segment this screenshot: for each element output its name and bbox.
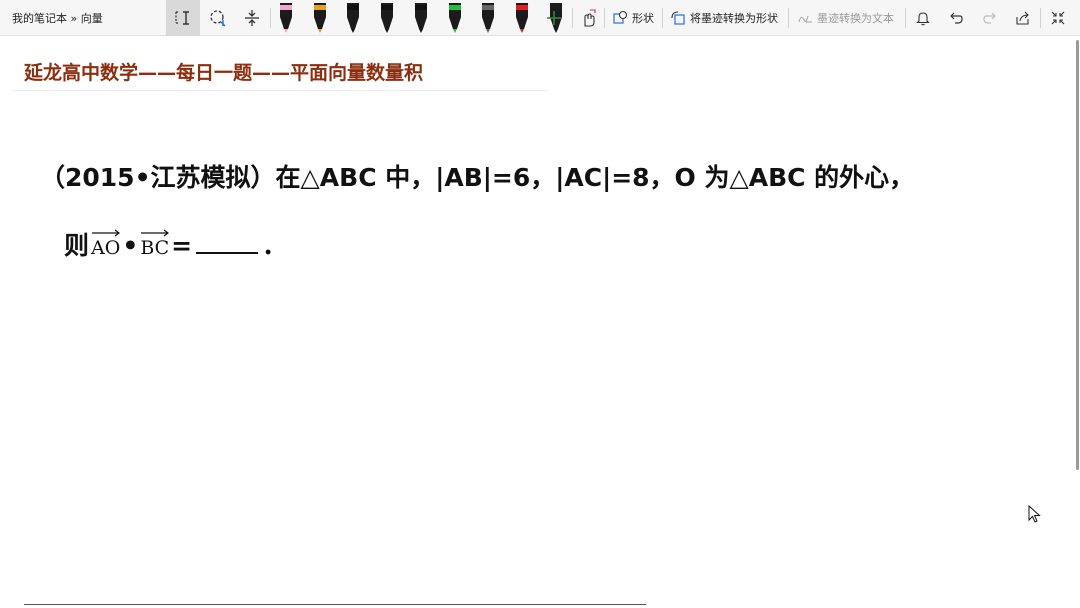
lasso-select-tool[interactable] <box>204 0 232 36</box>
fullscreen-button[interactable] <box>1045 0 1071 36</box>
ink-toolbar: 我的笔记本 » 向量 形状 将墨迹转换为形状 墨迹转换为文本 <box>0 0 1080 36</box>
pen-black-3[interactable] <box>408 0 434 36</box>
ink-to-shape-icon <box>671 11 685 25</box>
text-select-icon <box>175 11 189 25</box>
shapes-icon <box>613 10 628 24</box>
collapse-icon <box>1051 11 1065 25</box>
pen-icon <box>280 3 292 33</box>
ink-to-text-icon <box>798 15 812 23</box>
vertical-scrollbar[interactable] <box>1076 40 1079 470</box>
bell-icon <box>916 12 930 26</box>
page-bottom-divider <box>24 604 646 605</box>
toolbar-divider <box>788 8 789 28</box>
vector-ao: AO <box>91 229 121 259</box>
pen-icon <box>415 3 427 33</box>
touch-draw-icon <box>584 9 596 27</box>
add-pen-button[interactable] <box>540 0 568 36</box>
pen-icon <box>449 3 461 33</box>
redo-icon <box>983 12 996 24</box>
insert-space-icon <box>245 10 259 26</box>
breadcrumb[interactable]: 我的笔记本 » 向量 <box>12 10 103 26</box>
vector-arrow-icon <box>141 229 170 237</box>
pen-icon <box>381 3 393 33</box>
toolbar-divider <box>572 8 573 28</box>
toolbar-divider <box>662 8 663 28</box>
pen-icon <box>482 3 494 33</box>
vector-ao-label: AO <box>91 237 121 259</box>
plus-icon <box>547 11 561 25</box>
ink-to-text-button[interactable]: 墨迹转换为文本 <box>797 0 894 36</box>
question-text: （2015•江苏模拟）在△ABC 中，|AB|=6，|AC|=8，O 为△ABC… <box>40 163 915 192</box>
lasso-text-select-tool[interactable] <box>166 0 200 36</box>
ink-to-shape-label: 将墨迹转换为形状 <box>690 12 778 25</box>
pen-icon <box>314 3 326 33</box>
mouse-cursor-icon <box>1028 505 1041 523</box>
ink-to-shape-button[interactable]: 将墨迹转换为形状 <box>670 0 778 36</box>
highlighter-pen-pink[interactable] <box>273 0 299 36</box>
insert-space-tool[interactable] <box>238 0 266 36</box>
dot-operator: • <box>122 231 139 260</box>
pen-red[interactable] <box>509 0 535 36</box>
shapes-label: 形状 <box>632 12 654 25</box>
shapes-button[interactable]: 形状 <box>612 0 654 36</box>
share-icon <box>1016 11 1029 25</box>
share-button[interactable] <box>1010 0 1036 36</box>
touch-draw-button[interactable] <box>576 0 600 36</box>
toolbar-divider <box>905 8 906 28</box>
redo-button[interactable] <box>977 0 1003 36</box>
equals-sign: = <box>171 231 193 260</box>
undo-icon <box>950 12 963 24</box>
vector-bc: BC <box>140 229 170 259</box>
pen-black-1[interactable] <box>340 0 366 36</box>
toolbar-divider <box>604 8 605 28</box>
pen-icon <box>347 3 359 33</box>
highlighter-green[interactable] <box>442 0 468 36</box>
ink-to-text-label: 墨迹转换为文本 <box>817 12 894 25</box>
period: ． <box>262 231 288 260</box>
title-divider <box>12 90 548 91</box>
lasso-icon <box>210 10 226 27</box>
page-title: 延龙高中数学——每日一题——平面向量数量积 <box>24 62 424 84</box>
pen-gray[interactable] <box>475 0 501 36</box>
notifications-button[interactable] <box>910 0 936 36</box>
pen-rainbow[interactable] <box>307 0 333 36</box>
answer-blank <box>196 232 259 254</box>
pen-black-2[interactable] <box>374 0 400 36</box>
answer-line: 则 AO • BC = ． <box>64 226 287 262</box>
toolbar-divider <box>270 8 271 28</box>
vector-bc-label: BC <box>140 237 170 259</box>
answer-prefix: 则 <box>64 231 90 260</box>
toolbar-divider <box>1040 8 1041 28</box>
pen-icon <box>516 3 528 33</box>
undo-button[interactable] <box>943 0 969 36</box>
vector-arrow-icon <box>92 229 121 237</box>
